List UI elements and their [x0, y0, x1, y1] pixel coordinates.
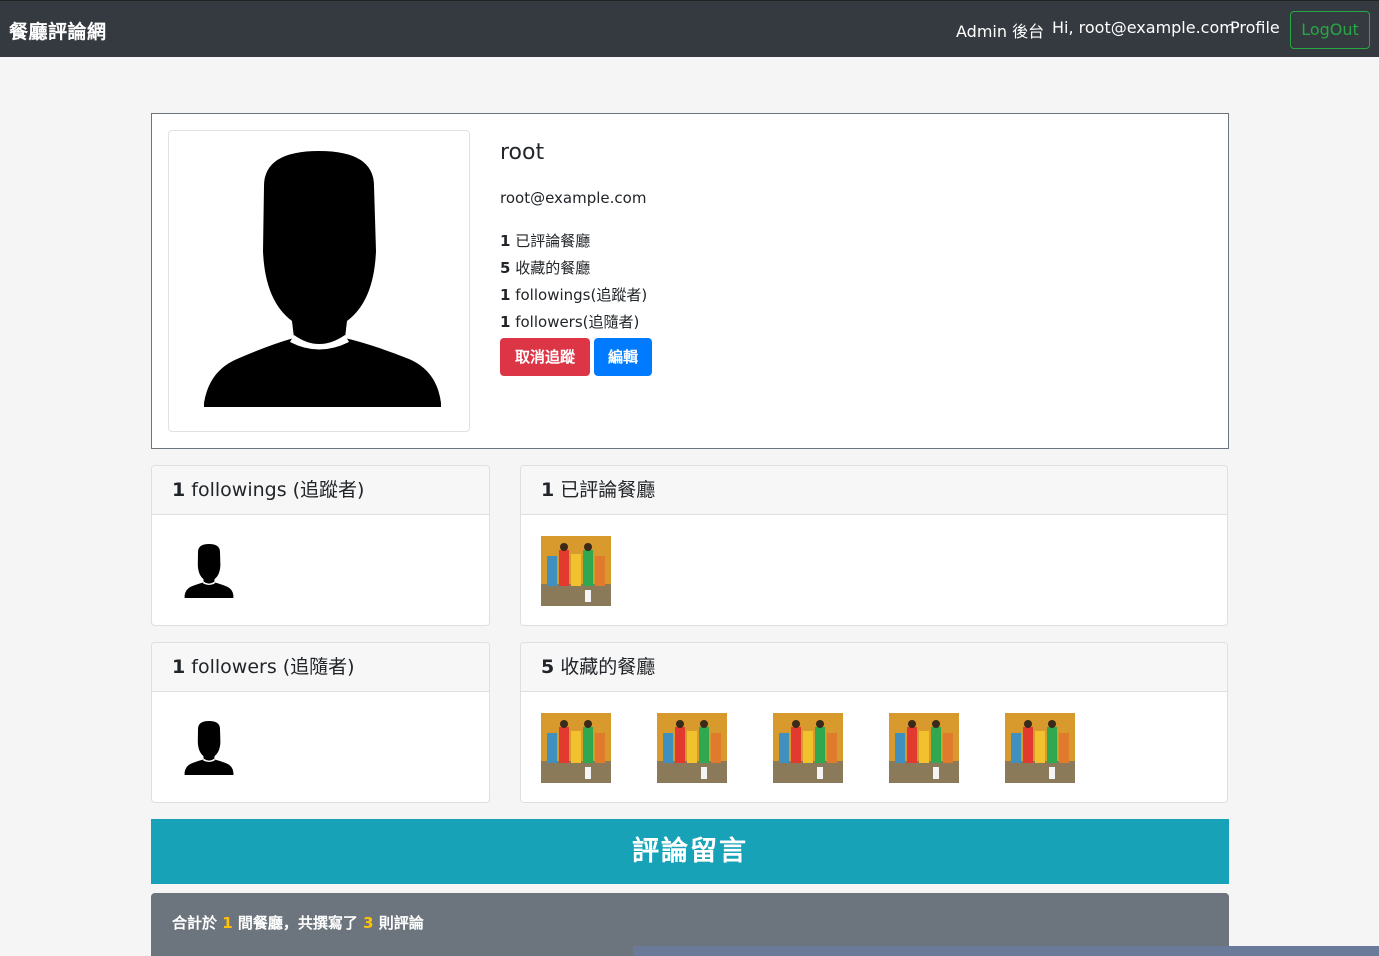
favorite-restaurant-photo[interactable] — [541, 713, 611, 783]
stat-followings: 1 followings(追蹤者) — [500, 286, 648, 304]
top-navbar: 餐廳評論網 Admin 後台 Hi, root@example.com Prof… — [0, 0, 1379, 57]
followings-card-header: 1 followings (追蹤者) — [152, 466, 489, 515]
profile-link[interactable]: Profile — [1230, 18, 1280, 37]
os-menubar-fragment — [633, 946, 1379, 956]
unfollow-button[interactable]: 取消追蹤 — [500, 338, 590, 376]
profile-avatar — [168, 130, 470, 432]
reviewed-restaurants-card: 1 已評論餐廳 — [520, 465, 1228, 626]
comment-count: 3 — [363, 914, 374, 932]
favorite-restaurant-photo[interactable] — [1005, 713, 1075, 783]
favorites-card-header: 5 收藏的餐廳 — [521, 643, 1227, 692]
admin-link[interactable]: Admin 後台 — [956, 18, 1044, 42]
followers-card: 1 followers (追隨者) — [151, 642, 490, 803]
profile-email: root@example.com — [500, 189, 647, 207]
followings-card: 1 followings (追蹤者) — [151, 465, 490, 626]
logout-button[interactable]: LogOut — [1290, 11, 1370, 49]
comments-banner: 評論留言 — [151, 819, 1229, 884]
favorite-restaurant-photo[interactable] — [657, 713, 727, 783]
stat-favorited: 5 收藏的餐廳 — [500, 259, 591, 277]
greeting-link[interactable]: Hi, root@example.com — [1052, 18, 1235, 37]
follower-user-icon[interactable] — [179, 717, 239, 779]
followers-card-header: 1 followers (追隨者) — [152, 643, 489, 692]
brand-link[interactable]: 餐廳評論網 — [9, 17, 107, 44]
stat-reviewed: 1 已評論餐廳 — [500, 232, 591, 250]
favorite-restaurant-photo[interactable] — [889, 713, 959, 783]
restaurant-photo[interactable] — [541, 536, 611, 606]
reviewed-card-header: 1 已評論餐廳 — [521, 466, 1227, 515]
edit-button[interactable]: 編輯 — [594, 338, 652, 376]
user-silhouette-icon — [204, 151, 441, 407]
stat-followers: 1 followers(追隨者) — [500, 313, 640, 331]
profile-name: root — [500, 140, 545, 165]
restaurant-count: 1 — [222, 914, 233, 932]
favorite-restaurants-card: 5 收藏的餐廳 — [520, 642, 1228, 803]
favorite-restaurant-photo[interactable] — [773, 713, 843, 783]
following-user-icon[interactable] — [179, 540, 239, 602]
profile-card: root root@example.com 1 已評論餐廳 5 收藏的餐廳 1 … — [151, 113, 1229, 449]
